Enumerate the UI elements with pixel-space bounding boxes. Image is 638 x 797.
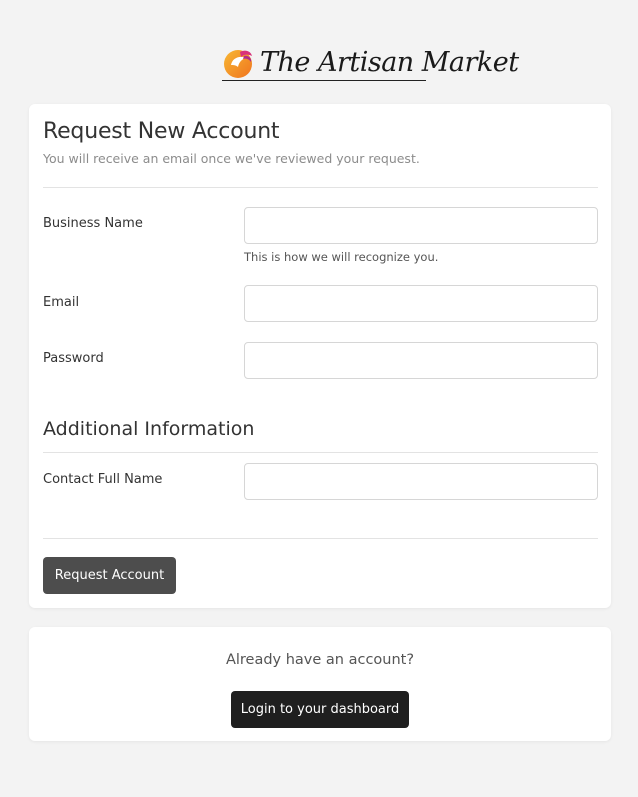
logo-underline: [222, 80, 426, 81]
business-name-help: This is how we will recognize you.: [244, 250, 439, 264]
header-divider: [43, 187, 598, 188]
page-subtitle: You will receive an email once we've rev…: [43, 151, 420, 166]
footer-divider: [43, 538, 598, 539]
email-label: Email: [43, 295, 80, 310]
business-name-input[interactable]: [244, 207, 598, 244]
business-name-label: Business Name: [43, 216, 143, 231]
email-input[interactable]: [244, 285, 598, 322]
orange-circle-bird-icon: [224, 50, 252, 78]
login-card: Already have an account? Login to your d…: [29, 627, 611, 741]
contact-full-name-input[interactable]: [244, 463, 598, 500]
page-title: Request New Account: [43, 119, 280, 144]
section-divider: [43, 452, 598, 453]
login-dashboard-button[interactable]: Login to your dashboard: [231, 691, 409, 728]
request-account-card: Request New Account You will receive an …: [29, 104, 611, 608]
contact-full-name-label: Contact Full Name: [43, 472, 163, 487]
brand-name: The Artisan Market: [260, 46, 519, 78]
brand-logo[interactable]: The Artisan Market: [222, 36, 519, 88]
password-label: Password: [43, 351, 104, 366]
page: The Artisan Market Request New Account Y…: [0, 0, 638, 797]
request-account-button[interactable]: Request Account: [43, 557, 176, 594]
already-have-account-text: Already have an account?: [225, 652, 415, 668]
additional-info-title: Additional Information: [43, 418, 255, 440]
password-input[interactable]: [244, 342, 598, 379]
